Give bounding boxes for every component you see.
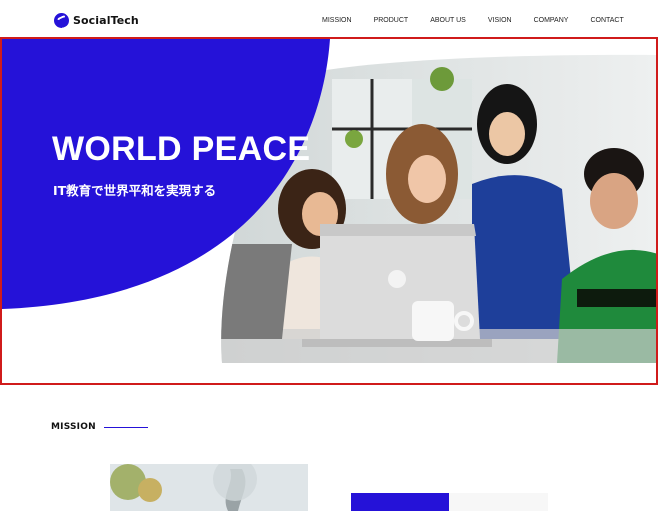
- hero-subtitle: IT教育で世界平和を実現する: [53, 183, 217, 198]
- nav-link-contact[interactable]: CONTACT: [590, 17, 623, 24]
- nav-link-mission[interactable]: MISSION: [322, 17, 352, 24]
- nav-link-about-us[interactable]: ABOUT US: [430, 17, 466, 24]
- site-logo[interactable]: SocialTech: [54, 13, 139, 28]
- main-nav: MISSION PRODUCT ABOUT US VISION COMPANY …: [322, 17, 624, 24]
- hero-title: WORLD PEACE: [52, 130, 311, 168]
- mission-label: MISSION: [51, 422, 96, 432]
- mission-photo: [110, 464, 308, 511]
- mission-card-blue: [351, 493, 449, 511]
- nav-link-product[interactable]: PRODUCT: [374, 17, 409, 24]
- mission-heading: MISSION: [51, 422, 148, 432]
- nav-link-vision[interactable]: VISION: [488, 17, 512, 24]
- site-header: SocialTech MISSION PRODUCT ABOUT US VISI…: [0, 0, 658, 40]
- mission-card-light: [449, 493, 548, 511]
- socialtech-logo-icon: [54, 13, 69, 28]
- hero-section: WORLD PEACE IT教育で世界平和を実現する: [0, 37, 658, 385]
- hero-blue-shape: [2, 39, 330, 309]
- logo-text: SocialTech: [73, 14, 139, 27]
- nav-link-company[interactable]: COMPANY: [534, 17, 569, 24]
- mission-underline: [103, 426, 148, 428]
